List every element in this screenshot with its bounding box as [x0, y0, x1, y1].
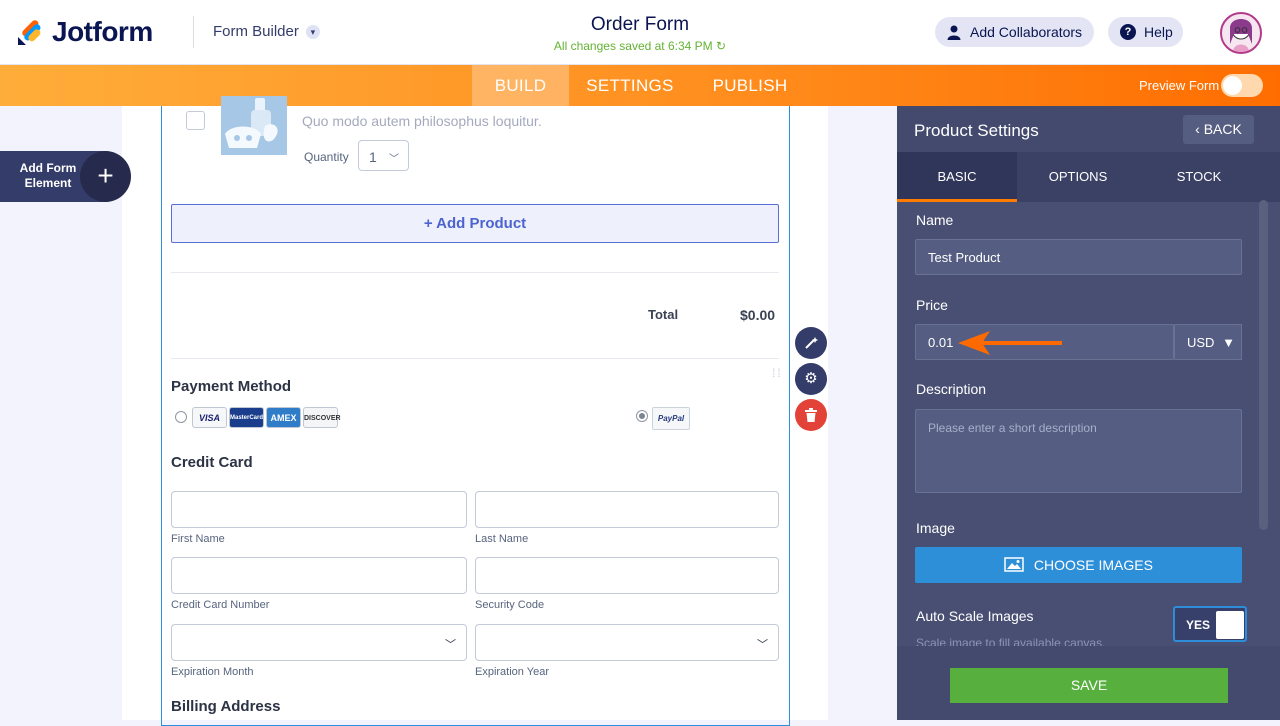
currency-select[interactable]: USD ▼: [1174, 324, 1242, 360]
refresh-icon: ↻: [716, 39, 727, 53]
toggle-knob: [1216, 611, 1244, 639]
trash-icon: [805, 408, 817, 422]
tab-settings[interactable]: SETTINGS: [580, 65, 680, 106]
image-label: Image: [916, 520, 955, 536]
magic-wand-icon: [805, 337, 818, 349]
user-icon: [947, 25, 961, 40]
panel-title: Product Settings: [914, 121, 1039, 140]
tab-options[interactable]: OPTIONS: [1018, 152, 1138, 202]
annotation-arrow: [958, 331, 1062, 355]
delete-button[interactable]: [795, 399, 827, 431]
top-bar: Jotform Form Builder ▾ Order Form All ch…: [0, 0, 1280, 65]
preview-form-toggle[interactable]: [1221, 74, 1263, 97]
panel-scrollbar[interactable]: [1259, 200, 1268, 530]
add-form-element-button[interactable]: Add Form Element +: [0, 151, 131, 202]
back-label: BACK: [1203, 121, 1242, 137]
price-label: Price: [916, 297, 948, 313]
auto-scale-label: Auto Scale Images: [916, 608, 1034, 624]
settings-button[interactable]: ⚙: [795, 363, 827, 395]
save-button[interactable]: SAVE: [950, 668, 1228, 703]
panel-footer: SAVE: [897, 646, 1280, 720]
tab-stock[interactable]: STOCK: [1139, 152, 1259, 202]
choose-images-label: CHOOSE IMAGES: [1033, 557, 1153, 573]
form-builder-menu[interactable]: Form Builder ▾: [213, 23, 320, 40]
plus-icon: +: [80, 151, 131, 202]
builder-nav: BUILD SETTINGS PUBLISH Preview Form: [0, 65, 1280, 106]
form-title[interactable]: Order Form: [540, 14, 740, 36]
header-divider: [193, 16, 194, 48]
chevron-down-icon: ▾: [305, 24, 320, 39]
toggle-knob: [1223, 76, 1242, 95]
auto-scale-value: YES: [1186, 618, 1211, 632]
jotform-logo-icon: [18, 20, 41, 45]
choose-images-button[interactable]: CHOOSE IMAGES: [915, 547, 1242, 583]
back-button[interactable]: ‹ BACK: [1183, 115, 1254, 144]
preview-form-label: Preview Form: [1139, 78, 1220, 93]
add-collaborators-label: Add Collaborators: [970, 24, 1083, 40]
add-form-element-label: Add Form Element: [19, 161, 77, 190]
currency-value: USD: [1187, 335, 1215, 350]
selected-field-outline: [161, 106, 790, 726]
tab-basic[interactable]: BASIC: [897, 152, 1017, 202]
panel-tabs: BASIC OPTIONS STOCK: [897, 152, 1280, 202]
gear-icon: ⚙: [804, 370, 818, 387]
avatar[interactable]: [1220, 12, 1262, 54]
auto-scale-toggle[interactable]: YES: [1173, 606, 1247, 642]
name-label: Name: [916, 212, 954, 228]
question-icon: ?: [1120, 24, 1136, 40]
panel-header: Product Settings ‹ BACK: [897, 106, 1280, 152]
avatar-illustration: [1230, 19, 1252, 52]
logo-text: Jotform: [52, 16, 153, 47]
image-icon: [1004, 557, 1024, 572]
description-field[interactable]: Please enter a short description: [915, 409, 1242, 493]
magic-wand-button[interactable]: [795, 327, 827, 359]
caret-down-icon: ▼: [1222, 335, 1235, 350]
chevron-left-icon: ‹: [1195, 121, 1204, 137]
product-settings-panel: Product Settings ‹ BACK BASIC OPTIONS ST…: [897, 106, 1280, 720]
tab-build[interactable]: BUILD: [472, 65, 569, 106]
name-field[interactable]: Test Product: [915, 239, 1242, 275]
form-builder-label: Form Builder: [213, 23, 299, 40]
help-button[interactable]: ? Help: [1108, 17, 1183, 47]
description-label: Description: [916, 381, 987, 397]
save-status: All changes saved at 6:34 PM ↻: [490, 39, 790, 53]
add-collaborators-button[interactable]: Add Collaborators: [935, 17, 1094, 47]
drag-handle-icon[interactable]: ⁞⁞: [772, 367, 784, 392]
save-status-text: All changes saved at 6:34 PM: [553, 39, 713, 53]
help-label: Help: [1144, 24, 1173, 40]
tab-publish[interactable]: PUBLISH: [703, 65, 797, 106]
jotform-logo[interactable]: Jotform: [16, 16, 153, 48]
